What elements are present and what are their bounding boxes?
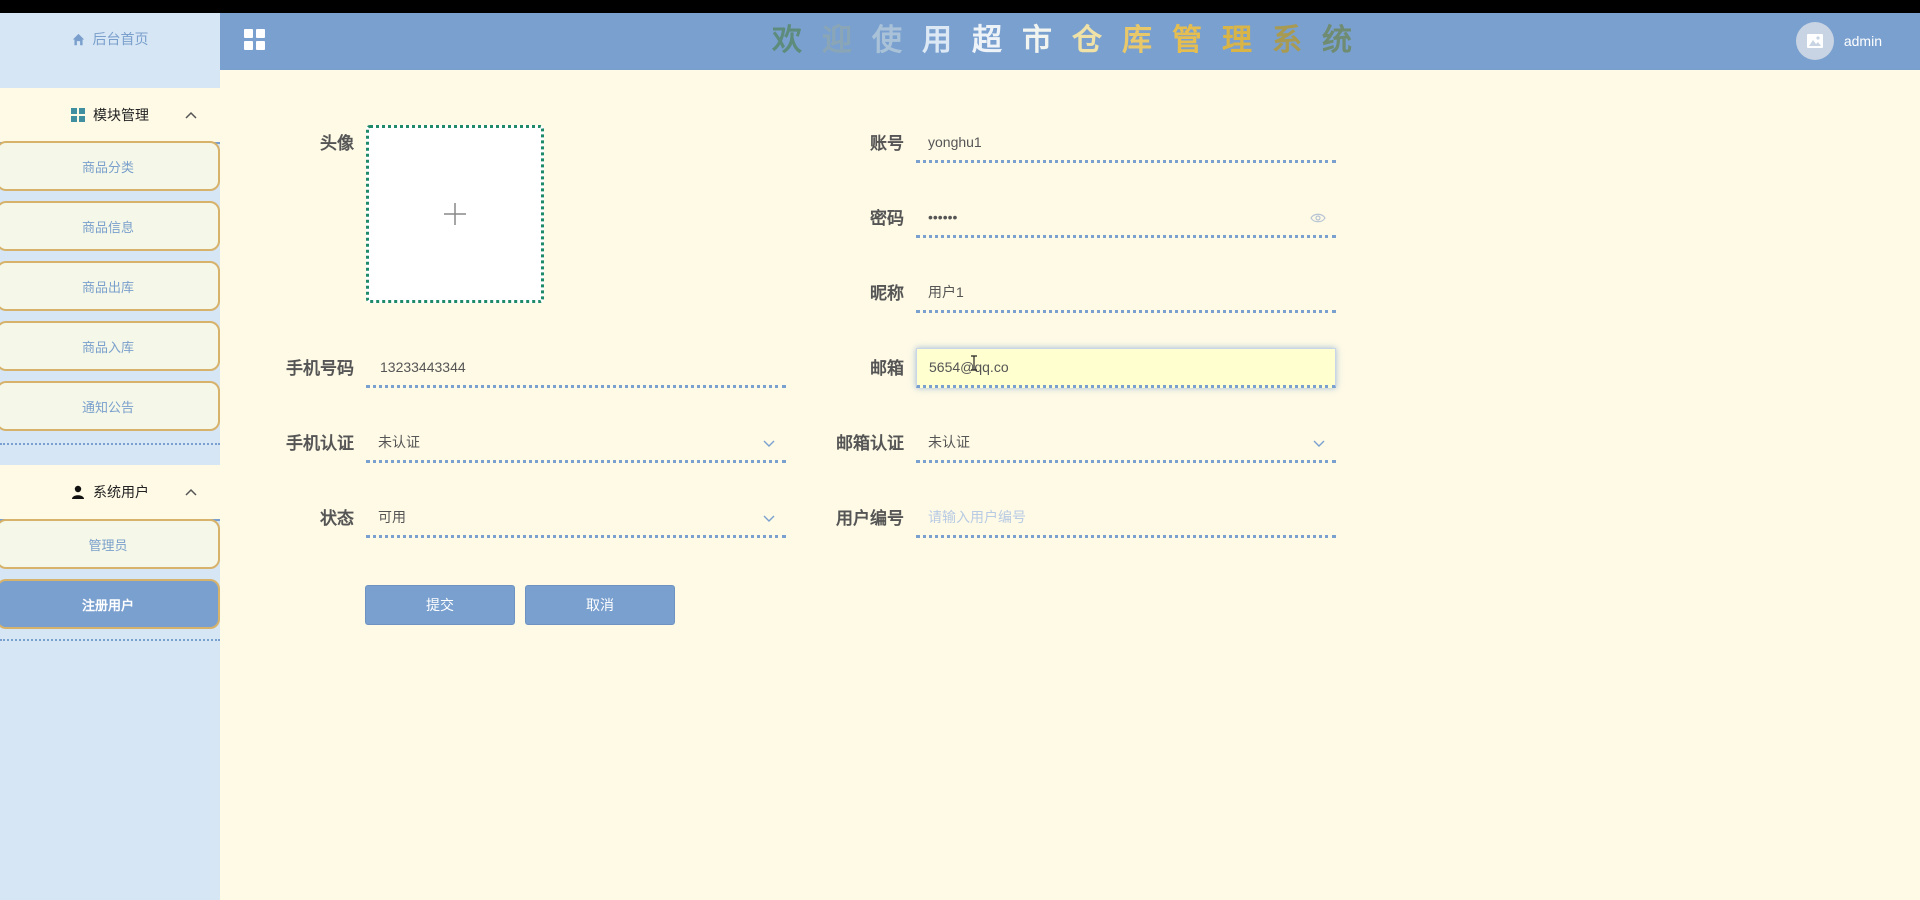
title-char: 欢 bbox=[772, 24, 802, 57]
menu-grid-icon[interactable] bbox=[244, 29, 266, 51]
email-verify-label: 邮箱认证 bbox=[836, 434, 904, 453]
status-select[interactable]: 可用 bbox=[366, 498, 786, 538]
sidebar-group-label: 模块管理 bbox=[93, 107, 149, 123]
user-no-placeholder: 请输入用户编号 bbox=[928, 508, 1026, 525]
chevron-down-icon bbox=[763, 515, 775, 522]
avatar bbox=[1795, 22, 1834, 60]
plus-icon bbox=[444, 203, 466, 225]
title-char: 库 bbox=[1122, 24, 1152, 57]
status-label: 状态 bbox=[320, 509, 354, 528]
sidebar-item-outbound[interactable]: 商品出库 bbox=[0, 261, 220, 311]
cancel-button[interactable]: 取消 bbox=[525, 585, 675, 625]
sidebar-item-registered-users[interactable]: 注册用户 bbox=[0, 579, 220, 629]
sidebar-item-label: 管理员 bbox=[88, 537, 128, 553]
eye-icon[interactable] bbox=[1310, 212, 1326, 224]
sidebar-item-inbound[interactable]: 商品入库 bbox=[0, 321, 220, 371]
top-header: 欢迎使用超市仓库管理系统 admin bbox=[220, 13, 1920, 70]
user-icon bbox=[72, 485, 84, 499]
nickname-value: 用户1 bbox=[928, 283, 964, 300]
sidebar-item-label: 后台首页 bbox=[92, 31, 149, 47]
avatar-label: 头像 bbox=[320, 134, 354, 153]
home-icon bbox=[72, 33, 84, 45]
app-root: 后台首页 模块管理 商品分类 商品信息 商品出库 商品入库 通知公告 系统用户 … bbox=[0, 13, 1920, 900]
sidebar: 后台首页 模块管理 商品分类 商品信息 商品出库 商品入库 通知公告 系统用户 … bbox=[0, 13, 220, 900]
user-menu[interactable]: admin bbox=[1795, 21, 1882, 61]
sidebar-item-label: 商品出库 bbox=[81, 279, 134, 295]
sidebar-item-label: 商品分类 bbox=[81, 159, 134, 175]
phone-verify-value: 未认证 bbox=[378, 433, 420, 450]
phone-input[interactable]: 13233443344 bbox=[366, 348, 786, 388]
email-value: 5654@qq.co bbox=[929, 359, 1009, 375]
page-title: 欢迎使用超市仓库管理系统 bbox=[768, 20, 1356, 62]
user-no-input[interactable]: 请输入用户编号 bbox=[916, 498, 1336, 538]
title-char: 迎 bbox=[822, 24, 852, 57]
cancel-button-label: 取消 bbox=[586, 597, 614, 613]
phone-verify-label: 手机认证 bbox=[286, 434, 354, 453]
avatar-upload[interactable] bbox=[366, 125, 544, 303]
nickname-input[interactable]: 用户1 bbox=[916, 273, 1336, 313]
title-char: 市 bbox=[1022, 24, 1052, 57]
account-label: 账号 bbox=[870, 134, 904, 153]
username: admin bbox=[1843, 33, 1882, 49]
user-no-label: 用户编号 bbox=[836, 509, 904, 528]
sidebar-item-notice[interactable]: 通知公告 bbox=[0, 381, 220, 431]
sidebar-item-home[interactable]: 后台首页 bbox=[0, 13, 220, 65]
title-char: 管 bbox=[1172, 24, 1202, 57]
chevron-down-icon bbox=[1313, 440, 1325, 447]
title-char: 用 bbox=[922, 24, 952, 57]
password-input[interactable]: •••••• bbox=[916, 198, 1336, 238]
nickname-label: 昵称 bbox=[870, 284, 904, 303]
account-input[interactable]: yonghu1 bbox=[916, 123, 1336, 163]
chevron-down-icon bbox=[763, 440, 775, 447]
password-value: •••••• bbox=[928, 208, 958, 225]
image-icon bbox=[1806, 34, 1823, 48]
phone-label: 手机号码 bbox=[286, 359, 354, 378]
password-label: 密码 bbox=[870, 209, 904, 228]
sidebar-group-system-users[interactable]: 系统用户 bbox=[0, 465, 220, 521]
sidebar-item-label: 商品信息 bbox=[81, 219, 134, 235]
email-verify-value: 未认证 bbox=[928, 433, 970, 450]
sidebar-item-admin[interactable]: 管理员 bbox=[0, 519, 220, 569]
chevron-up-icon[interactable] bbox=[184, 108, 198, 122]
sidebar-item-goods-info[interactable]: 商品信息 bbox=[0, 201, 220, 251]
text-cursor-icon bbox=[971, 355, 977, 371]
sidebar-item-label: 通知公告 bbox=[81, 399, 134, 415]
title-char: 使 bbox=[872, 24, 902, 57]
sidebar-item-label: 商品入库 bbox=[81, 339, 134, 355]
title-char: 超 bbox=[972, 24, 1002, 57]
email-input[interactable]: 5654@qq.co bbox=[916, 348, 1336, 388]
divider bbox=[0, 443, 220, 445]
grid-icon bbox=[71, 108, 85, 122]
account-value: yonghu1 bbox=[928, 133, 982, 150]
title-char: 理 bbox=[1222, 24, 1252, 57]
email-label: 邮箱 bbox=[870, 359, 904, 378]
sidebar-group-module[interactable]: 模块管理 bbox=[0, 88, 220, 144]
title-char: 仓 bbox=[1072, 24, 1102, 57]
title-char: 统 bbox=[1322, 24, 1352, 57]
divider bbox=[0, 639, 220, 641]
email-verify-select[interactable]: 未认证 bbox=[916, 423, 1336, 463]
status-value: 可用 bbox=[378, 508, 406, 525]
sidebar-group-label: 系统用户 bbox=[93, 484, 149, 500]
phone-verify-select[interactable]: 未认证 bbox=[366, 423, 786, 463]
sidebar-item-category[interactable]: 商品分类 bbox=[0, 141, 220, 191]
submit-button-label: 提交 bbox=[426, 597, 454, 613]
phone-value: 13233443344 bbox=[380, 358, 466, 375]
sidebar-item-label: 注册用户 bbox=[81, 597, 134, 613]
submit-button[interactable]: 提交 bbox=[365, 585, 515, 625]
chevron-up-icon[interactable] bbox=[184, 485, 198, 499]
title-char: 系 bbox=[1272, 24, 1302, 57]
